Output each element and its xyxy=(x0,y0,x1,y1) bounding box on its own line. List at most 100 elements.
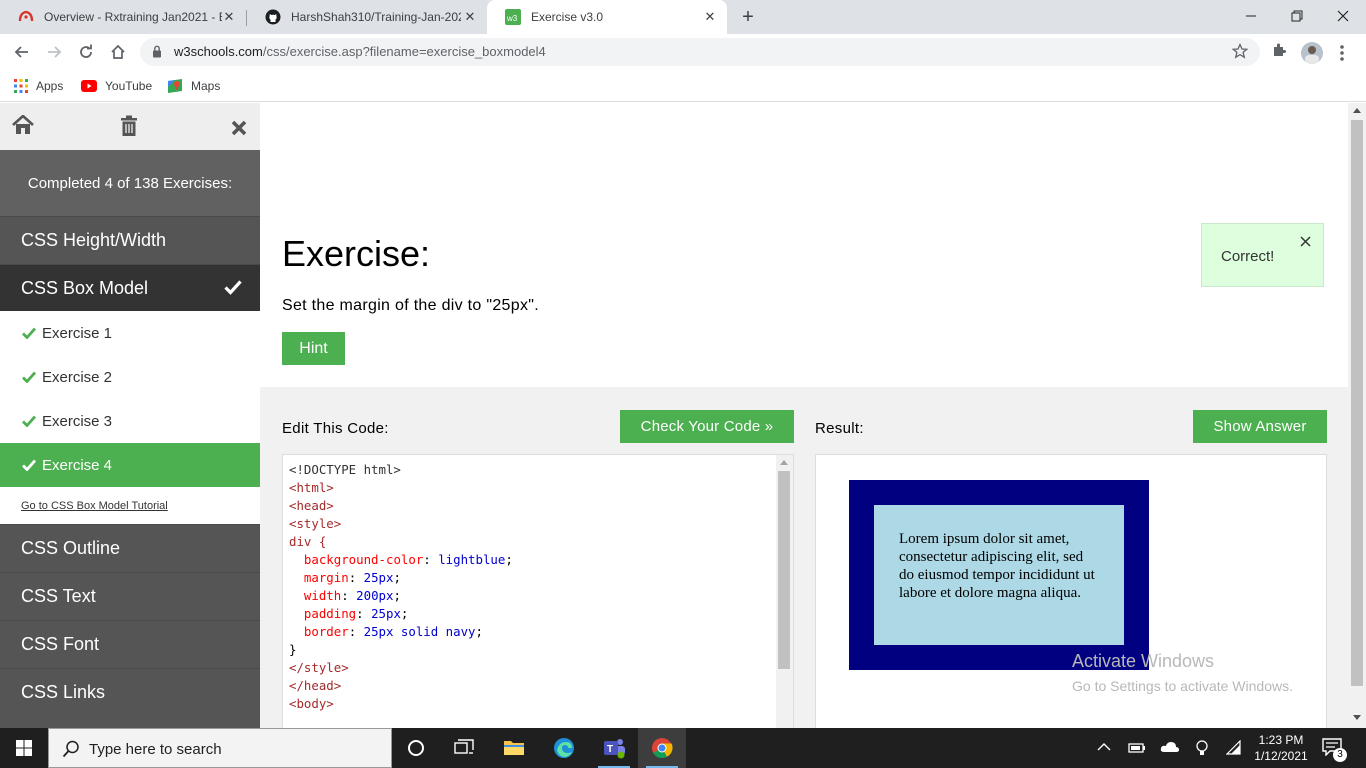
correct-alert: Correct! xyxy=(1201,223,1324,287)
alert-message: Correct! xyxy=(1221,248,1275,265)
task-view-icon xyxy=(454,739,474,754)
new-tab-button[interactable]: + xyxy=(737,6,759,28)
result-label: Result: xyxy=(815,420,864,437)
youtube-icon xyxy=(81,80,97,92)
notification-badge: 3 xyxy=(1333,748,1347,762)
start-button[interactable] xyxy=(0,728,48,768)
home-button[interactable] xyxy=(106,40,130,64)
svg-text:T: T xyxy=(607,744,613,755)
checkmark-icon xyxy=(22,371,36,383)
teams-icon: T xyxy=(604,739,625,759)
minimize-icon xyxy=(1246,15,1256,17)
exercise-sidebar: Completed 4 of 138 Exercises: CSS Height… xyxy=(0,103,260,728)
forward-button[interactable] xyxy=(42,40,66,64)
tab-rxtraining[interactable]: Overview - Rxtraining Jan2021 - E ✕ xyxy=(0,0,246,34)
sidebar-item-font[interactable]: CSS Font xyxy=(0,620,260,668)
home-icon xyxy=(111,44,125,59)
close-icon xyxy=(1337,10,1349,22)
checkmark-icon xyxy=(22,327,36,339)
network-icon[interactable] xyxy=(1194,740,1210,756)
tutorial-link[interactable]: Go to CSS Box Model Tutorial xyxy=(0,487,260,525)
reload-button[interactable] xyxy=(74,40,98,64)
check-code-button[interactable]: Check Your Code » xyxy=(620,410,794,443)
demo-box: Lorem ipsum dolor sit amet, consectetur … xyxy=(849,480,1149,670)
window-close-button[interactable] xyxy=(1320,0,1366,32)
back-button[interactable] xyxy=(10,40,34,64)
windows-logo-icon xyxy=(16,740,32,756)
sidebar-item-text[interactable]: CSS Text xyxy=(0,572,260,620)
extensions-icon[interactable] xyxy=(1271,42,1287,58)
onedrive-icon[interactable] xyxy=(1160,740,1180,754)
w3schools-icon: w3 xyxy=(505,9,521,25)
bookmark-star-icon[interactable] xyxy=(1232,43,1248,59)
teams-button[interactable]: T xyxy=(590,728,638,768)
sidebar-item-height-width[interactable]: CSS Height/Width xyxy=(0,216,260,264)
browser-toolbar: w3schools.com/css/exercise.asp?filename=… xyxy=(0,34,1366,70)
more-menu-icon[interactable] xyxy=(1338,43,1346,63)
arrow-left-icon xyxy=(14,46,28,58)
activate-windows-watermark: Activate Windows Go to Settings to activ… xyxy=(1072,651,1293,694)
task-view-button[interactable] xyxy=(440,728,488,768)
home-icon[interactable] xyxy=(12,115,34,135)
windows-taskbar: Type here to search T 1:23 PM 1/12/2021 … xyxy=(0,728,1366,768)
tab-exercise[interactable]: w3 Exercise v3.0 ✕ xyxy=(487,0,727,34)
page-scrollbar[interactable] xyxy=(1348,103,1366,728)
checkmark-icon xyxy=(224,280,242,295)
close-icon[interactable] xyxy=(1300,236,1311,247)
edge-button[interactable] xyxy=(540,728,588,768)
restore-icon xyxy=(1291,10,1303,22)
address-bar[interactable]: w3schools.com/css/exercise.asp?filename=… xyxy=(140,38,1260,66)
editor-scrollbar[interactable] xyxy=(776,455,793,728)
arrow-right-icon xyxy=(48,46,62,58)
bookmark-maps[interactable]: Maps xyxy=(167,77,220,95)
sidebar-item-box-model[interactable]: CSS Box Model xyxy=(0,264,260,312)
bookmark-youtube[interactable]: YouTube xyxy=(81,77,152,95)
code-editor[interactable]: <!DOCTYPE html> <html> <head> <style> div { … xyxy=(282,454,794,728)
apps-grid-icon xyxy=(14,79,28,93)
reload-icon xyxy=(80,44,92,58)
checkmark-icon xyxy=(22,459,36,471)
scroll-down-icon[interactable] xyxy=(1353,715,1361,721)
bookmark-apps[interactable]: Apps xyxy=(14,77,63,95)
close-icon[interactable]: ✕ xyxy=(463,10,477,24)
exercise-link-1[interactable]: Exercise 1 xyxy=(0,311,260,355)
url-text: w3schools.com/css/exercise.asp?filename=… xyxy=(174,44,546,59)
tab-github[interactable]: HarshShah310/Training-Jan-2021 ✕ xyxy=(247,0,487,34)
chrome-button[interactable] xyxy=(638,728,686,768)
exercise-link-2[interactable]: Exercise 2 xyxy=(0,355,260,399)
system-clock[interactable]: 1:23 PM 1/12/2021 xyxy=(1252,732,1310,764)
minimize-button[interactable] xyxy=(1228,0,1274,32)
lock-icon xyxy=(153,45,161,58)
sidebar-item-links[interactable]: CSS Links xyxy=(0,668,260,716)
restore-button[interactable] xyxy=(1274,0,1320,32)
code-content[interactable]: <!DOCTYPE html> <html> <head> <style> div { … xyxy=(289,461,513,713)
exercise-main: Exercise: Set the margin of the div to "… xyxy=(260,103,1348,728)
trash-icon[interactable] xyxy=(120,115,138,137)
close-icon[interactable]: ✕ xyxy=(222,10,236,24)
scroll-up-icon[interactable] xyxy=(780,459,788,465)
exercise-description: Set the margin of the div to "25px". xyxy=(282,297,539,314)
svg-text:w3: w3 xyxy=(506,14,518,23)
bookmarks-bar: Apps YouTube Maps xyxy=(0,70,1366,102)
file-explorer-button[interactable] xyxy=(490,728,538,768)
exercise-link-4[interactable]: Exercise 4 xyxy=(0,443,260,487)
editor-scroll-thumb[interactable] xyxy=(778,471,790,669)
cortana-button[interactable] xyxy=(392,728,440,768)
chevron-up-icon[interactable] xyxy=(1097,742,1111,752)
page-scroll-thumb[interactable] xyxy=(1351,120,1363,686)
wifi-icon[interactable] xyxy=(1226,740,1242,756)
chrome-icon xyxy=(652,738,673,759)
folder-icon xyxy=(504,741,524,755)
close-icon[interactable]: ✕ xyxy=(703,10,717,24)
profile-avatar[interactable] xyxy=(1301,42,1323,64)
close-icon[interactable] xyxy=(231,120,247,136)
scroll-up-icon[interactable] xyxy=(1353,107,1361,113)
battery-icon[interactable] xyxy=(1128,740,1146,756)
hint-button[interactable]: Hint xyxy=(282,332,345,365)
search-icon xyxy=(62,740,79,758)
sidebar-item-outline[interactable]: CSS Outline xyxy=(0,524,260,572)
show-answer-button[interactable]: Show Answer xyxy=(1193,410,1327,443)
taskbar-search[interactable]: Type here to search xyxy=(48,728,392,768)
sidebar-toolbar xyxy=(0,103,260,150)
exercise-link-3[interactable]: Exercise 3 xyxy=(0,399,260,443)
